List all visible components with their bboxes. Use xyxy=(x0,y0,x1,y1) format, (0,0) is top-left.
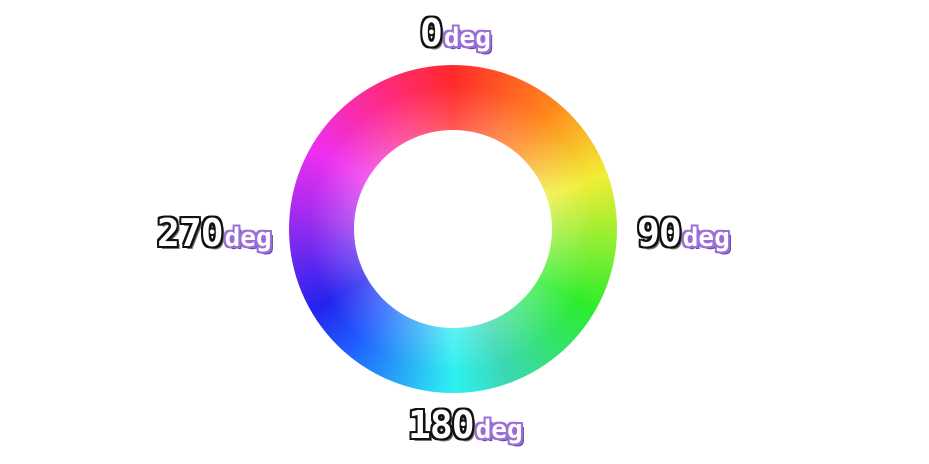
label-0-deg: 0 deg xyxy=(420,14,491,52)
label-90-deg: 90 deg xyxy=(637,214,730,252)
label-0-unit: deg xyxy=(443,23,491,53)
label-180-unit: deg xyxy=(475,415,523,445)
label-90-unit: deg xyxy=(682,223,730,253)
label-270-number: 270 xyxy=(157,211,224,255)
hue-ring-center xyxy=(354,130,552,328)
hue-wheel xyxy=(289,65,617,393)
label-270-unit: deg xyxy=(224,223,272,253)
label-180-number: 180 xyxy=(408,403,475,447)
label-180-deg: 180 deg xyxy=(408,406,523,444)
label-90-number: 90 xyxy=(637,211,682,255)
label-270-deg: 270 deg xyxy=(157,214,272,252)
label-0-number: 0 xyxy=(420,11,443,55)
